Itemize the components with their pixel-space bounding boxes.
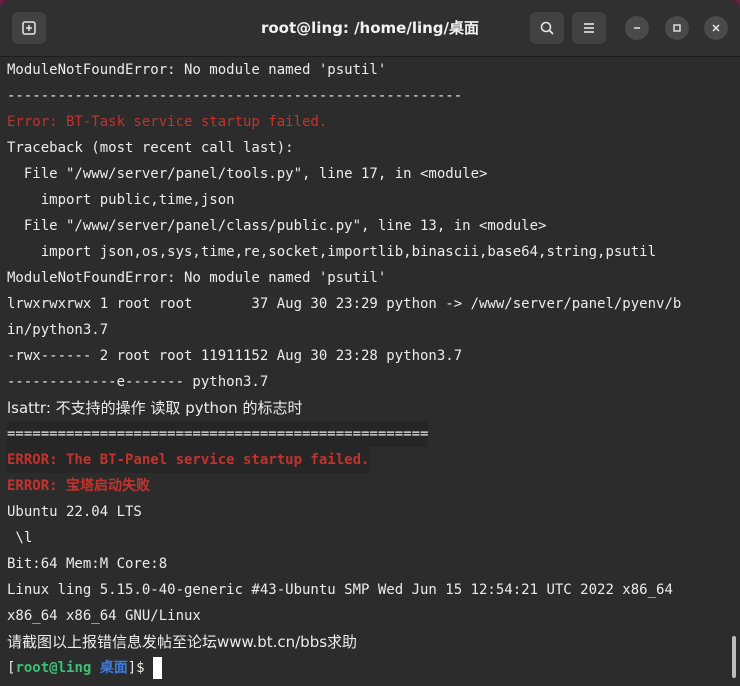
close-button[interactable] xyxy=(704,16,728,40)
terminal-line: \l xyxy=(7,530,33,546)
terminal-line: -rwx------ 2 root root 11911152 Aug 30 2… xyxy=(7,348,463,364)
prompt-suffix: ]$ xyxy=(127,660,145,676)
menu-button[interactable] xyxy=(572,12,606,44)
terminal-line: Linux ling 5.15.0-40-generic #43-Ubuntu … xyxy=(7,582,673,598)
terminal-line: Ubuntu 22.04 LTS xyxy=(7,504,142,520)
shell-prompt: [root@ling 桌面]$ xyxy=(7,655,162,681)
maximize-button[interactable] xyxy=(665,16,689,40)
terminal-line: in/python3.7 xyxy=(7,322,109,338)
terminal-line: Traceback (most recent call last): xyxy=(7,140,294,156)
hamburger-menu-icon xyxy=(584,23,594,33)
terminal-line: ----------------------------------------… xyxy=(7,88,463,104)
minimize-button[interactable] xyxy=(625,16,649,40)
terminal-line: 请截图以上报错信息发帖至论坛www.bt.cn/bbs求助 xyxy=(7,633,358,651)
terminal-line: -------------e------- python3.7 xyxy=(7,374,269,390)
search-icon xyxy=(540,21,554,35)
prompt-user-host: root@ling xyxy=(15,660,92,676)
terminal-line: lsattr: 不支持的操作 读取 python 的标志时 xyxy=(7,399,303,417)
terminal-line: import json,os,sys,time,re,socket,import… xyxy=(7,244,657,260)
terminal-line: ModuleNotFoundError: No module named 'ps… xyxy=(7,270,387,286)
terminal-line: File "/www/server/panel/tools.py", line … xyxy=(7,166,488,182)
text-cursor xyxy=(152,657,162,679)
terminal-output[interactable]: ModuleNotFoundError: No module named 'ps… xyxy=(0,57,728,686)
terminal-line: Bit:64 Mem:M Core:8 xyxy=(7,556,168,572)
terminal-line: File "/www/server/panel/class/public.py"… xyxy=(7,218,547,234)
close-icon xyxy=(712,24,720,32)
terminal-line: ModuleNotFoundError: No module named 'ps… xyxy=(7,62,387,78)
terminal-window: root@ling: /home/ling/桌面 ModuleNotFoundE… xyxy=(0,0,740,686)
terminal-line-error: ERROR: 宝塔启动失败 xyxy=(7,478,151,494)
title-bar: root@ling: /home/ling/桌面 xyxy=(0,0,740,57)
search-button[interactable] xyxy=(530,12,564,44)
terminal-line-error: Error: BT-Task service startup failed. xyxy=(7,114,328,130)
terminal-line: import public,time,json xyxy=(7,192,235,208)
terminal-line: x86_64 x86_64 GNU/Linux xyxy=(7,608,201,624)
terminal-line: ========================================… xyxy=(7,421,429,447)
scrollbar-track[interactable] xyxy=(728,57,740,686)
terminal-line-error: ERROR: The BT-Panel service startup fail… xyxy=(7,447,370,473)
prompt-directory: 桌面 xyxy=(99,660,128,676)
maximize-icon xyxy=(673,24,681,32)
scrollbar-thumb[interactable] xyxy=(732,636,736,678)
terminal-line: lrwxrwxrwx 1 root root 37 Aug 30 23:29 p… xyxy=(7,296,682,312)
minimize-icon xyxy=(634,27,640,29)
